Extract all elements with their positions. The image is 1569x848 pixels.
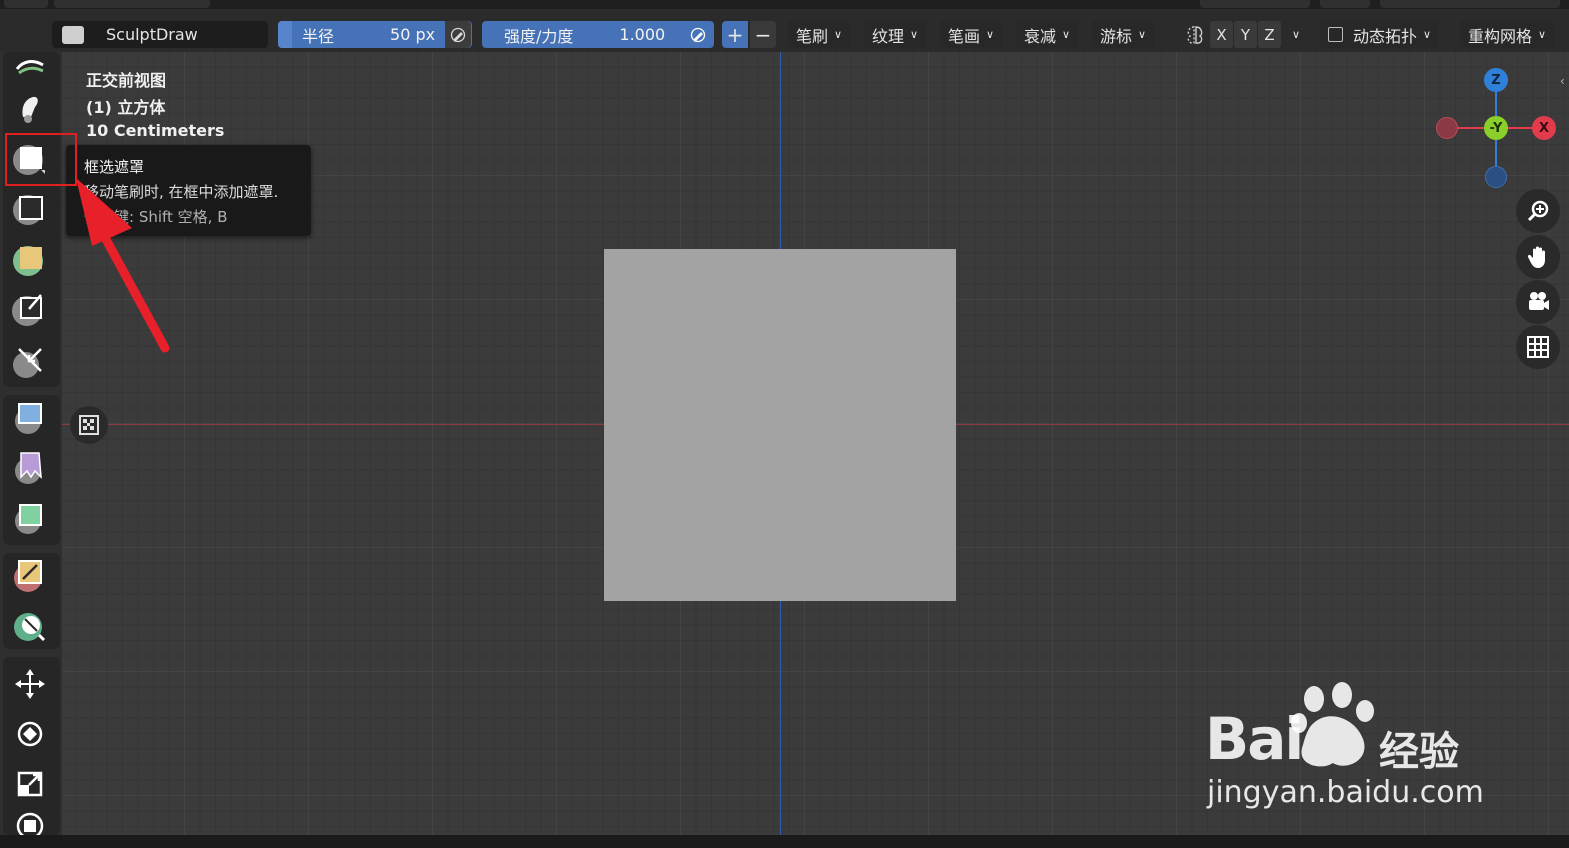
- radius-value: 50 px: [390, 25, 436, 44]
- strength-label: 强度/力度: [504, 26, 574, 46]
- cursor-menu[interactable]: 游标 ∨: [1092, 21, 1155, 48]
- chevron-down-icon: ∨: [986, 28, 995, 41]
- gizmo-neg-z-axis[interactable]: [1485, 166, 1507, 188]
- camera-icon: [1529, 292, 1549, 310]
- cloth-filter-tool[interactable]: [8, 444, 52, 488]
- chevron-down-icon: ∨: [1423, 28, 1432, 41]
- cloth-filter-icon: [15, 452, 42, 484]
- zoom-icon: [1527, 200, 1549, 222]
- gizmo-neg-x-axis[interactable]: [1436, 117, 1458, 139]
- falloff-menu[interactable]: 衰减 ∨: [1016, 21, 1079, 48]
- color-filter-icon: [15, 504, 42, 534]
- navigation-gizmo[interactable]: Z -Y X: [1430, 64, 1560, 194]
- box-trim-tool[interactable]: [8, 286, 52, 330]
- mask-by-color-icon: [14, 613, 46, 642]
- box-hide-icon: [13, 195, 43, 225]
- radius-field[interactable]: 半径 50 px: [278, 21, 472, 48]
- strength-field[interactable]: 强度/力度 1.000: [482, 21, 714, 48]
- radius-label: 半径: [302, 26, 335, 46]
- chevron-down-icon: ∨: [1062, 28, 1071, 41]
- baidu-watermark: Bai 经验 jingyan.baidu.com: [1205, 677, 1495, 817]
- strength-pressure-icon[interactable]: [685, 21, 712, 48]
- mask-brush-icon: [22, 96, 38, 123]
- tool-settings-header: SculptDraw 半径 50 px 强度/力度 1.000 + − 笔刷 ∨ …: [0, 9, 1569, 52]
- scale-icon: [17, 771, 43, 797]
- symmetry-icon[interactable]: [1182, 21, 1208, 48]
- overlay-toggle[interactable]: [1320, 0, 1370, 8]
- move-arrows-icon: [15, 669, 45, 699]
- projection-toggle-button[interactable]: [1516, 325, 1560, 369]
- rotate-tool[interactable]: [8, 712, 52, 756]
- watermark-brand-suffix: 经验: [1379, 729, 1459, 775]
- view-name: 正交前视图: [86, 71, 167, 90]
- grid-scale: 10 Centimeters: [86, 121, 225, 140]
- mirror-z-toggle[interactable]: Z: [1258, 21, 1281, 48]
- texture-menu[interactable]: 纹理 ∨: [864, 21, 927, 48]
- pan-button[interactable]: [1516, 235, 1560, 279]
- mask-by-color-tool[interactable]: [8, 604, 52, 648]
- stroke-menu[interactable]: 笔画 ∨: [940, 21, 1003, 48]
- status-bar: [0, 835, 1569, 848]
- top-menu-strip: [0, 0, 1569, 9]
- object-name: (1) 立方体: [86, 98, 166, 117]
- draw-sharp-icon: [15, 60, 44, 75]
- line-project-icon: [13, 348, 42, 378]
- region-toggle-button[interactable]: [70, 406, 108, 444]
- watermark-url: jingyan.baidu.com: [1207, 775, 1484, 810]
- box-face-set-tool[interactable]: [8, 236, 52, 280]
- sidebar-toggle-arrow[interactable]: ‹: [1560, 74, 1569, 96]
- gizmo-x-axis[interactable]: X: [1532, 116, 1556, 140]
- chevron-down-icon: ∨: [1291, 28, 1301, 41]
- mirror-y-toggle[interactable]: Y: [1234, 21, 1257, 48]
- scale-tool[interactable]: [8, 762, 52, 806]
- camera-view-button[interactable]: [1516, 280, 1560, 324]
- mask-tool[interactable]: [8, 84, 52, 128]
- brush-name: SculptDraw: [106, 25, 198, 44]
- add-direction-button[interactable]: +: [722, 21, 748, 48]
- chevron-down-icon: ∨: [834, 28, 843, 41]
- box-hide-tool[interactable]: [8, 186, 52, 230]
- color-filter-tool[interactable]: [8, 494, 52, 538]
- edit-face-set-icon: [14, 560, 42, 592]
- editor-type-button[interactable]: [4, 0, 48, 8]
- snap-controls[interactable]: [1200, 0, 1310, 8]
- mirror-x-toggle[interactable]: X: [1210, 21, 1233, 48]
- line-project-tool[interactable]: [8, 338, 52, 382]
- highlight-box: [5, 133, 77, 186]
- brush-selector[interactable]: SculptDraw: [52, 21, 268, 48]
- watermark-brand: Bai: [1205, 705, 1304, 773]
- mesh-filter-icon: [15, 403, 42, 434]
- toolbar-region-icon: [79, 415, 99, 435]
- mesh-filter-tool[interactable]: [8, 394, 52, 438]
- subtract-direction-button[interactable]: −: [750, 21, 776, 48]
- move-tool[interactable]: [8, 662, 52, 706]
- transform-icon: [16, 812, 44, 836]
- chevron-down-icon: ∨: [910, 28, 919, 41]
- hand-icon: [1527, 246, 1545, 268]
- cube-mesh[interactable]: [604, 249, 956, 601]
- symmetry-options-dropdown[interactable]: ∨: [1284, 21, 1308, 48]
- remesh-menu[interactable]: 重构网格 ∨: [1460, 21, 1555, 48]
- mode-selector[interactable]: [54, 0, 210, 8]
- gizmo-neg-y-axis[interactable]: -Y: [1484, 116, 1508, 140]
- edit-face-set-tool[interactable]: [8, 552, 52, 596]
- dyntopo-toggle[interactable]: 动态拓扑 ∨: [1320, 21, 1440, 48]
- draw-sharp-tool[interactable]: [8, 40, 52, 84]
- shading-buttons[interactable]: [1380, 0, 1560, 8]
- box-trim-icon: [12, 294, 42, 326]
- brush-icon: [62, 25, 84, 44]
- strength-value: 1.000: [619, 25, 666, 44]
- gizmo-z-axis[interactable]: Z: [1484, 68, 1508, 92]
- zoom-button[interactable]: [1516, 189, 1560, 233]
- brush-menu[interactable]: 笔刷 ∨: [788, 21, 851, 48]
- transform-tool[interactable]: [8, 810, 52, 836]
- rotate-icon: [17, 721, 43, 747]
- red-arrow-annotation: [76, 178, 170, 353]
- chevron-down-icon: ∨: [1138, 28, 1147, 41]
- radius-pressure-icon[interactable]: [445, 21, 472, 48]
- face-set-icon: [13, 246, 43, 276]
- chevron-down-icon: ∨: [1538, 28, 1547, 41]
- dyntopo-checkbox[interactable]: [1328, 27, 1343, 42]
- grid-projection-icon: [1527, 336, 1549, 358]
